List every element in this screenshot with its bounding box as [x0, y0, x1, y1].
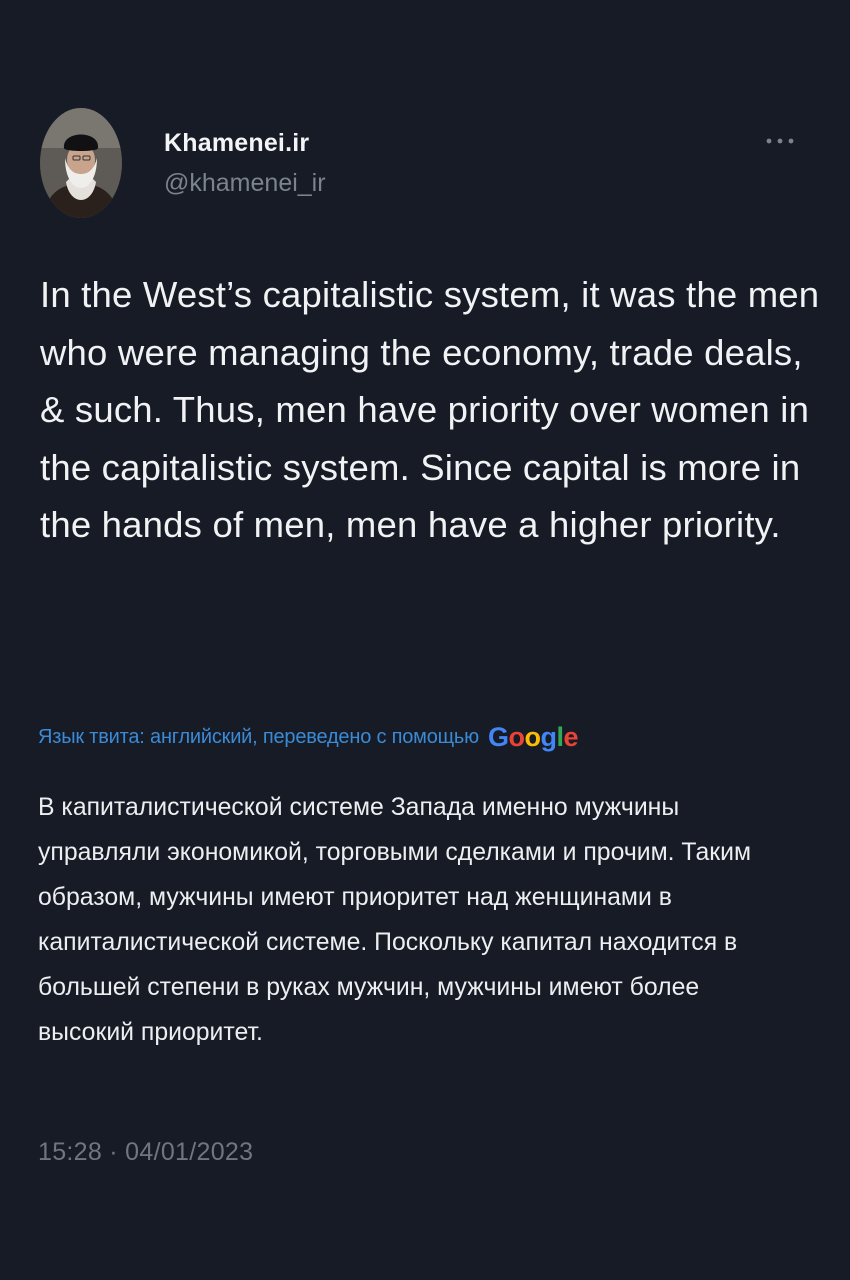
- google-logo-letter: l: [556, 721, 564, 752]
- translation-label[interactable]: Язык твита: английский, переведено с пом…: [38, 726, 479, 749]
- author-block: Khamenei.ir @khamenei_ir: [164, 128, 326, 198]
- google-logo-letter: o: [508, 721, 525, 752]
- avatar-portrait-image: [40, 108, 122, 218]
- translation-bar[interactable]: Язык твита: английский, переведено с пом…: [38, 720, 828, 754]
- author-handle[interactable]: @khamenei_ir: [164, 168, 326, 198]
- google-logo-letter: o: [524, 721, 541, 752]
- tweet-text: In the West’s capitalistic system, it wa…: [40, 274, 820, 545]
- google-logo-letter: e: [563, 721, 578, 752]
- avatar[interactable]: [40, 108, 122, 218]
- translated-text: В капиталистической системе Запада именн…: [38, 794, 752, 1047]
- tweet-timestamp[interactable]: 15:28 · 04/01/2023: [38, 1134, 253, 1170]
- author-display-name[interactable]: Khamenei.ir: [164, 128, 326, 158]
- tweet-card: Khamenei.ir @khamenei_ir In the West’s c…: [0, 0, 850, 1280]
- google-logo-letter: G: [487, 721, 509, 752]
- more-horizontal-icon: [766, 138, 794, 144]
- more-options-button[interactable]: [760, 128, 800, 154]
- google-logo-letter: g: [540, 721, 557, 752]
- google-logo: Google: [487, 721, 579, 753]
